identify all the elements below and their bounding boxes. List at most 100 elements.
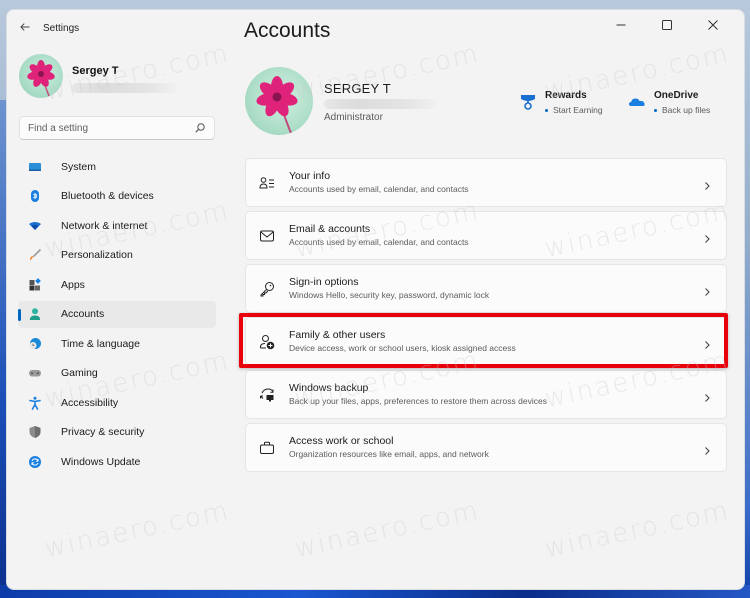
- card-subtitle: Windows Hello, security key, password, d…: [289, 290, 490, 300]
- card-email-accounts[interactable]: Email & accounts Accounts used by email,…: [245, 211, 727, 260]
- card-title: Your info: [289, 170, 331, 182]
- card-title: Email & accounts: [289, 223, 371, 235]
- maximize-button[interactable]: [644, 12, 690, 38]
- settings-cards: Your info Accounts used by email, calend…: [245, 158, 727, 476]
- person-icon: [28, 307, 42, 321]
- globe-clock-icon: [28, 337, 42, 351]
- close-icon: [708, 20, 718, 30]
- card-subtitle: Organization resources like email, apps,…: [289, 449, 489, 459]
- sidebar-item-apps[interactable]: Apps: [18, 271, 216, 298]
- mail-icon: [259, 228, 275, 244]
- onedrive-cloud-icon: [629, 98, 645, 106]
- sidebar-item-privacy-security[interactable]: Privacy & security: [18, 419, 216, 446]
- user-name: SERGEY T: [324, 81, 391, 96]
- sidebar-item-label: Bluetooth & devices: [61, 190, 154, 202]
- bullet-dot: [654, 108, 657, 112]
- bluetooth-icon: [28, 189, 42, 203]
- card-sign-in-options[interactable]: Sign-in options Windows Hello, security …: [245, 264, 727, 313]
- sidebar-item-label: Windows Update: [61, 455, 141, 468]
- search-box[interactable]: [19, 116, 215, 140]
- arrow-left-icon: [20, 23, 30, 31]
- rewards-link[interactable]: Rewards Start Earning: [519, 90, 603, 115]
- sidebar-item-network[interactable]: Network & internet: [18, 212, 216, 239]
- watermark-text: winaero.com: [541, 495, 733, 565]
- watermark-text: winaero.com: [291, 495, 483, 565]
- card-subtitle: Accounts used by email, calendar, and co…: [289, 184, 469, 194]
- brush-icon: [28, 248, 42, 262]
- card-your-info[interactable]: Your info Accounts used by email, calend…: [245, 158, 727, 207]
- rewards-subtitle: Start Earning: [553, 105, 603, 115]
- sidebar-item-label: Network & internet: [61, 219, 148, 232]
- rewards-title: Rewards: [545, 90, 587, 101]
- close-button[interactable]: [690, 12, 736, 38]
- backup-icon: [259, 387, 275, 403]
- card-subtitle: Device access, work or school users, kio…: [289, 343, 516, 353]
- sidebar-item-accounts[interactable]: Accounts: [18, 300, 216, 328]
- sidebar-item-gaming[interactable]: Gaming: [18, 360, 216, 387]
- watermark-text: winaero.com: [291, 38, 483, 108]
- card-family-other-users[interactable]: Family & other users Device access, work…: [245, 317, 727, 366]
- chevron-right-icon: [702, 443, 712, 455]
- card-subtitle: Accounts used by email, calendar, and co…: [289, 237, 469, 247]
- minimize-icon: [616, 24, 626, 26]
- sidebar-profile-avatar[interactable]: [19, 54, 63, 98]
- sidebar-profile-name: Sergey T: [72, 65, 119, 77]
- onedrive-title: OneDrive: [654, 90, 699, 101]
- sidebar-item-windows-update[interactable]: Windows Update: [18, 448, 216, 475]
- settings-window: Settings Sergey T Find a setting System …: [6, 9, 745, 590]
- chevron-right-icon: [702, 284, 712, 296]
- rewards-medal-icon: [521, 95, 535, 110]
- maximize-icon: [662, 20, 672, 30]
- key-icon: [259, 281, 275, 297]
- wifi-icon: [28, 219, 42, 233]
- minimize-button[interactable]: [598, 12, 644, 38]
- person-add-icon: [259, 334, 275, 350]
- person-list-icon: [259, 175, 275, 191]
- flower-avatar-image: [256, 76, 298, 134]
- accessibility-icon: [28, 396, 42, 410]
- back-button[interactable]: [17, 20, 33, 36]
- briefcase-icon: [259, 440, 275, 456]
- card-access-work-school[interactable]: Access work or school Organization resou…: [245, 423, 727, 472]
- watermark-text: winaero.com: [41, 495, 233, 565]
- user-avatar[interactable]: [245, 67, 313, 135]
- sidebar-item-label: Personalization: [61, 249, 133, 261]
- card-title: Family & other users: [289, 329, 386, 341]
- gamepad-icon: [28, 366, 42, 380]
- chevron-right-icon: [702, 390, 712, 402]
- sidebar-item-label: Gaming: [61, 367, 98, 379]
- profile-email-redacted: [72, 83, 177, 93]
- sidebar-item-label: Time & language: [61, 337, 140, 350]
- onedrive-subtitle: Back up files: [662, 105, 711, 115]
- sidebar-item-label: Privacy & security: [61, 426, 145, 438]
- page-title: Accounts: [244, 19, 331, 42]
- sidebar-item-label: Accounts: [61, 308, 105, 320]
- card-windows-backup[interactable]: Windows backup Back up your files, apps,…: [245, 370, 727, 419]
- onedrive-link[interactable]: OneDrive Back up files: [628, 90, 710, 115]
- sidebar-nav: System Bluetooth & devices Network & int…: [18, 153, 216, 478]
- card-title: Windows backup: [289, 382, 369, 394]
- chevron-right-icon: [702, 178, 712, 190]
- shield-icon: [28, 425, 42, 439]
- app-title: Settings: [43, 23, 80, 34]
- card-title: Sign-in options: [289, 276, 359, 288]
- flower-avatar-image: [27, 60, 55, 97]
- search-icon[interactable]: [194, 122, 206, 134]
- sidebar-item-personalization[interactable]: Personalization: [18, 242, 216, 269]
- user-email-redacted: [324, 99, 436, 109]
- card-subtitle: Back up your files, apps, preferences to…: [289, 396, 547, 406]
- system-icon: [28, 160, 42, 174]
- bullet-dot: [545, 108, 548, 112]
- sidebar-item-system[interactable]: System: [18, 153, 216, 180]
- sidebar-item-bluetooth[interactable]: Bluetooth & devices: [18, 183, 216, 210]
- search-input[interactable]: [28, 122, 194, 134]
- chevron-right-icon: [702, 337, 712, 349]
- card-title: Access work or school: [289, 435, 394, 447]
- watermark-text: winaero.com: [41, 38, 233, 108]
- apps-icon: [28, 277, 42, 292]
- sidebar-item-label: System: [61, 160, 97, 173]
- update-icon: [28, 455, 42, 469]
- chevron-right-icon: [702, 231, 712, 243]
- sidebar-item-time-language[interactable]: Time & language: [18, 330, 216, 357]
- sidebar-item-accessibility[interactable]: Accessibility: [18, 389, 216, 416]
